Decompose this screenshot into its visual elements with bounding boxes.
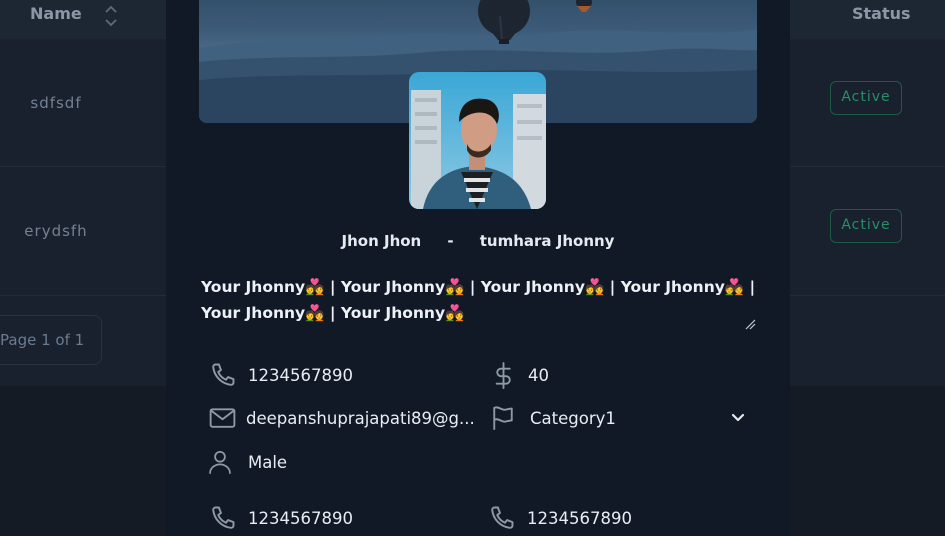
- phone-item-2: 1234567890: [207, 503, 353, 533]
- profile-nickname: tumhara Jhonny: [479, 232, 615, 250]
- flag-icon: [493, 405, 513, 430]
- email-value: deepanshuprajapati89@g...: [246, 408, 475, 428]
- phone-icon: [212, 363, 235, 386]
- amount-item: 40: [491, 360, 549, 390]
- status-badge: Active: [830, 209, 902, 243]
- profile-name-line: Jhon Jhon - tumhara Jhonny: [166, 232, 790, 250]
- status-badge: Active: [830, 81, 902, 115]
- phone-value-2: 1234567890: [248, 508, 353, 528]
- avatar[interactable]: [409, 72, 546, 209]
- gender-value: Male: [248, 452, 288, 472]
- chevron-down-icon[interactable]: [730, 409, 746, 425]
- category-value: Category1: [530, 408, 616, 428]
- gender-item: Male: [206, 447, 287, 477]
- table-row-name: erydsfh: [24, 222, 88, 240]
- column-header-name[interactable]: Name: [30, 4, 82, 23]
- profile-name: Jhon Jhon: [341, 232, 422, 250]
- table-row-name: sdfsdf: [30, 94, 82, 112]
- dollar-icon: [495, 361, 511, 389]
- name-separator: -: [447, 232, 454, 250]
- resize-grip-icon[interactable]: [744, 318, 756, 330]
- mail-icon: [209, 408, 236, 428]
- phone-item-3: 1234567890: [486, 503, 632, 533]
- bio-textarea[interactable]: Your Jhonny💑 | Your Jhonny💑 | Your Jhonn…: [201, 274, 757, 332]
- phone-value-3: 1234567890: [527, 508, 632, 528]
- sort-icon[interactable]: [104, 3, 118, 29]
- category-select[interactable]: Category1: [488, 403, 616, 433]
- pagination-indicator: Page 1 of 1: [0, 315, 102, 365]
- phone-value: 1234567890: [248, 365, 353, 385]
- phone-icon: [212, 506, 235, 529]
- email-item: deepanshuprajapati89@g...: [207, 403, 475, 433]
- phone-icon: [491, 506, 514, 529]
- user-icon: [209, 450, 231, 474]
- profile-modal: Jhon Jhon - tumhara Jhonny Your Jhonny💑 …: [166, 0, 790, 536]
- phone-item: 1234567890: [207, 360, 353, 390]
- amount-value: 40: [528, 365, 549, 385]
- column-header-status[interactable]: Status: [852, 4, 911, 23]
